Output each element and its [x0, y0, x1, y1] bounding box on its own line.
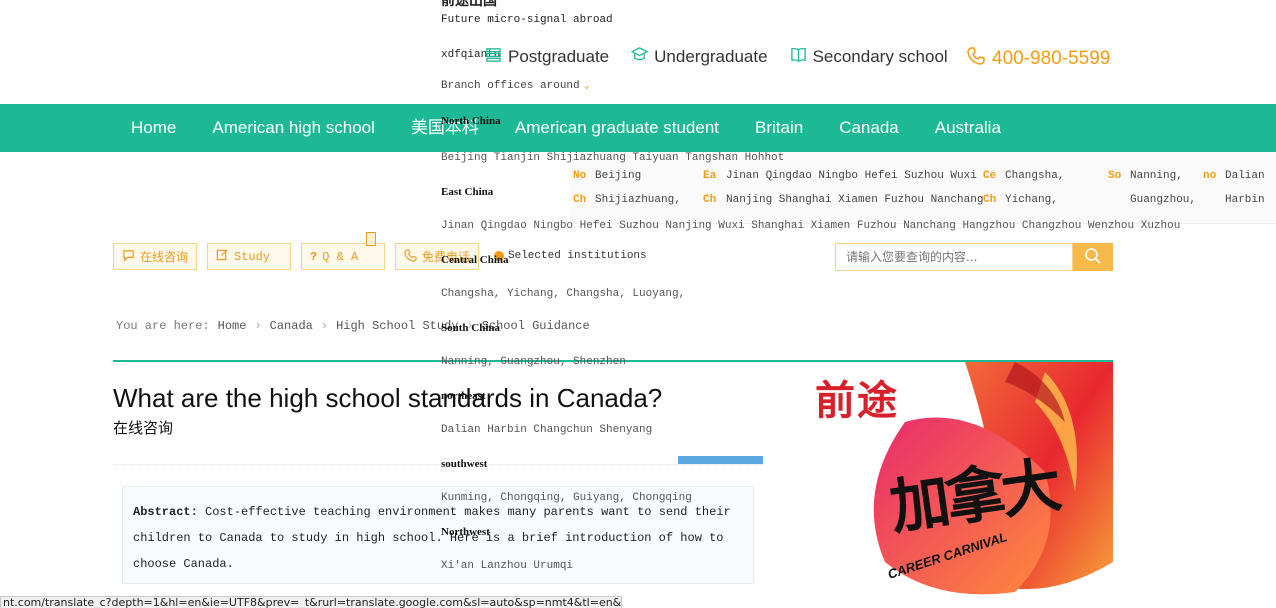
edu-link-label: Postgraduate	[508, 47, 610, 66]
breadcrumb-canada[interactable]: Canada	[270, 319, 313, 333]
chevron-down-icon: ⌄	[583, 81, 590, 92]
city-link[interactable]: Beijing	[595, 170, 641, 182]
button-label: 在线咨询	[140, 250, 189, 264]
qa-button[interactable]: ? Q & A	[301, 243, 385, 270]
search-icon	[1084, 247, 1102, 268]
region-cities[interactable]: Nanning, Guangzhou, Shenzhen	[441, 356, 626, 368]
breadcrumb-home[interactable]: Home	[218, 319, 247, 333]
region-cities[interactable]: Beijing Tianjin Shijiazhuang Taiyuan Tan…	[441, 152, 784, 164]
region-cities[interactable]: Xi'an Lanzhou Urumqi	[441, 560, 573, 572]
city-link[interactable]: Harbin	[1225, 194, 1265, 206]
city-link[interactable]: Nanjing Shanghai Xiamen Fuzhou Nanchang	[726, 194, 983, 206]
chat-bubble-icon	[122, 249, 135, 265]
region-heading: North China	[441, 115, 501, 127]
book-stack-icon	[485, 46, 502, 68]
selected-institutions-link[interactable]: Selected institutions	[494, 250, 647, 262]
region-heading: East China	[441, 186, 494, 198]
region-heading: Northwest	[441, 526, 490, 538]
chevron-right-icon: ›	[254, 319, 262, 333]
city-link[interactable]: Guangzhou,	[1130, 194, 1196, 206]
graduation-cap-icon	[630, 46, 649, 68]
nav-item-us-undergraduate[interactable]: 美国本科	[393, 104, 497, 152]
brand-logo-fragment: 前途出国	[441, 0, 497, 9]
city-link[interactable]: Yichang,	[1005, 194, 1058, 206]
city-grid-row: Ch Shijiazhuang, Ch Nanjing Shanghai Xia…	[570, 194, 1276, 218]
region-cities[interactable]: Changsha, Yichang, Changsha, Luoyang,	[441, 288, 685, 300]
city-link[interactable]: Jinan Qingdao Ningbo Hefei Suzhou Wuxi	[726, 170, 977, 182]
career-carnival-poster[interactable]: 前途 加拿大 CAREER CARNIVAL	[815, 362, 1113, 603]
edu-link-label: Undergraduate	[654, 47, 768, 66]
nav-item-britain[interactable]: Britain	[737, 104, 821, 152]
search-button[interactable]	[1073, 243, 1113, 271]
region-tag: Ea	[703, 170, 717, 182]
edit-icon	[216, 248, 229, 265]
nav-item-american-high-school[interactable]: American high school	[194, 104, 393, 152]
nav-item-canada[interactable]: Canada	[821, 104, 917, 152]
edu-link-postgraduate[interactable]: Postgraduate	[485, 46, 609, 68]
city-link[interactable]: Dalian	[1225, 170, 1265, 182]
service-toolbar: 在线咨询 Study ? Q & A 免费电话	[113, 243, 479, 270]
branch-label: Branch offices around	[441, 80, 580, 92]
dotted-divider	[113, 464, 763, 465]
nav-item-home[interactable]: Home	[113, 104, 194, 152]
nav-item-australia[interactable]: Australia	[917, 104, 1019, 152]
city-link[interactable]: Nanning,	[1130, 170, 1183, 182]
browser-status-bar: nt.com/translate_c?depth=1&hl=en&ie=UTF8…	[0, 596, 622, 608]
chevron-right-icon: ›	[320, 319, 329, 333]
study-button[interactable]: Study	[207, 243, 291, 270]
main-nav: Home American high school 美国本科 American …	[0, 104, 1276, 152]
share-bar[interactable]	[678, 456, 763, 464]
city-grid-row: No Beijing Ea Jinan Qingdao Ningbo Hefei…	[570, 170, 1276, 194]
region-tag: So	[1108, 170, 1122, 182]
region-tag: no	[1203, 170, 1217, 182]
hotline[interactable]: 400-980-5599	[966, 46, 1110, 72]
region-tag: No	[573, 170, 587, 182]
phone-icon	[966, 46, 986, 72]
abstract-label: Abstract:	[133, 505, 198, 519]
region-cities[interactable]: Kunming, Chongqing, Guiyang, Chongqing	[441, 492, 692, 504]
slogan: Future micro-signal abroad	[441, 14, 613, 26]
button-label: Study	[234, 249, 271, 264]
phone-number: 400-980-5599	[992, 48, 1111, 69]
breadcrumb-prefix: You are here:	[116, 319, 210, 333]
button-label: Q & A	[322, 249, 359, 264]
region-heading: northeast	[441, 390, 486, 402]
edu-link-label: Secondary school	[812, 47, 948, 66]
edu-link-undergraduate[interactable]: Undergraduate	[630, 46, 768, 68]
site-search	[835, 243, 1113, 271]
region-cities[interactable]: Dalian Harbin Changchun Shenyang	[441, 424, 652, 436]
edu-link-secondary[interactable]: Secondary school	[790, 46, 948, 68]
region-tag: Ch	[703, 194, 717, 206]
city-link[interactable]: Changsha,	[1005, 170, 1064, 182]
article-title: What are the high school standards in Ca…	[113, 383, 663, 413]
breadcrumb: You are here: Home › Canada › High Schoo…	[116, 319, 590, 333]
poster-top-text: 前途	[815, 378, 899, 423]
phone-icon	[404, 248, 417, 265]
region-heading: South China	[441, 322, 501, 334]
region-tag: Ch	[573, 194, 587, 206]
city-link[interactable]: Shijiazhuang,	[595, 194, 681, 206]
bookmark-flag-icon	[366, 232, 376, 246]
nav-item-american-graduate[interactable]: American graduate student	[497, 104, 737, 152]
region-cities[interactable]: Jinan Qingdao Ningbo Hefei Suzhou Nanjin…	[441, 220, 1180, 232]
education-links: Postgraduate Undergraduate Secondary sch…	[485, 46, 948, 68]
abstract-text: Cost-effective teaching environment make…	[133, 505, 731, 571]
branch-offices-toggle[interactable]: Branch offices around ⌄	[441, 80, 590, 92]
open-book-icon	[790, 46, 807, 68]
region-tag: Ce	[983, 170, 997, 182]
online-consult-button[interactable]: 在线咨询	[113, 243, 197, 270]
search-input[interactable]	[835, 243, 1073, 271]
region-heading: southwest	[441, 458, 488, 470]
online-consult-link[interactable]: 在线咨询	[113, 417, 173, 438]
selected-institutions-label: Selected institutions	[508, 250, 647, 262]
region-heading: Central China	[441, 254, 509, 266]
question-icon: ?	[310, 249, 318, 264]
region-tag: Ch	[983, 194, 997, 206]
